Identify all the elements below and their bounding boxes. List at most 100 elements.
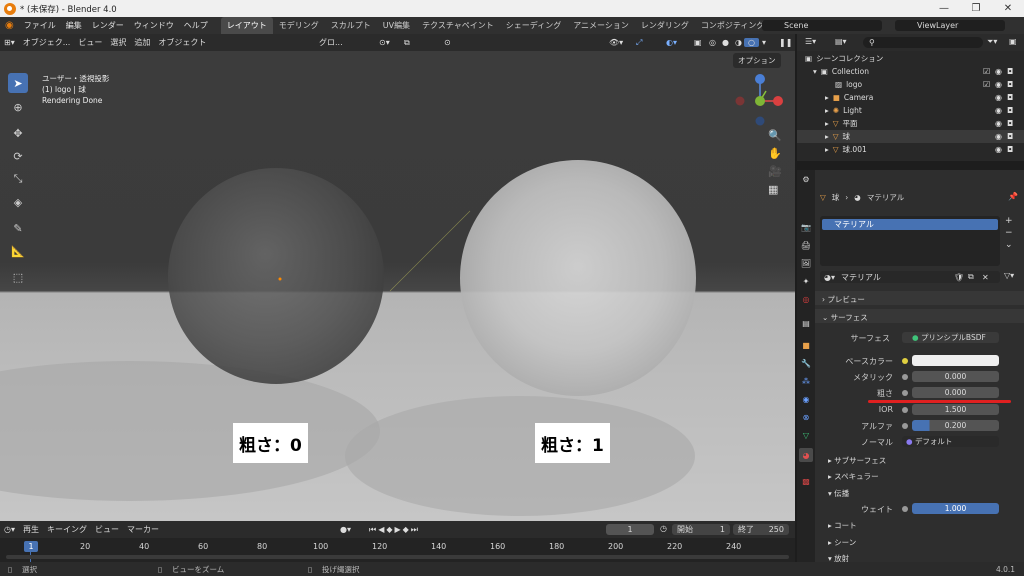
material-tab-icon[interactable]: ◕ [799,448,813,462]
end-frame-field[interactable]: 終了 250 [733,524,789,535]
viewlayer-selector[interactable]: ViewLayer [895,20,1005,31]
visibility-icon[interactable]: 👁▾ [605,38,627,47]
outliner-row-logo[interactable]: ▨ logo ☑ ◉ ◘ [797,78,1024,91]
scale-tool-icon[interactable]: ⤡ [8,169,28,189]
pivot-icon[interactable]: ⊙▾ [375,38,394,47]
outliner-row-sphere-001[interactable]: ▸ ▽ 球.001 ◉ ◘ [797,143,1024,156]
tab-shading[interactable]: シェーディング [500,17,567,34]
alpha-field[interactable]: 0.200 [912,420,999,431]
playback-menu[interactable]: 再生 [19,524,43,535]
menu-window[interactable]: ウィンドウ [129,20,179,31]
particles-tab-icon[interactable]: ⁂ [799,374,813,388]
ior-field[interactable]: 1.500 [912,404,999,415]
menu-select[interactable]: 選択 [106,37,130,48]
close-button[interactable]: ✕ [992,0,1024,17]
output-tab-icon[interactable]: 🖨 [799,238,813,252]
preview-section[interactable]: › プレビュー [822,294,865,305]
rendered-shading-icon[interactable]: ○ [744,38,759,47]
gizmo-icon[interactable]: ⤢ [632,38,646,48]
outliner-row-collection[interactable]: ▾ ▣ Collection ☑ ◉ ◘ [797,65,1024,78]
material-selector[interactable]: ◕▾ マテリアル 🛡 ⧉ ✕ [820,271,1000,283]
new-collection-icon[interactable]: ▣ [1005,37,1021,46]
rotate-tool-icon[interactable]: ⟳ [8,146,28,166]
outliner-row-plane[interactable]: ▸ ▽ 平面 ◉ ◘ [797,117,1024,130]
alpha-socket-icon[interactable] [902,423,908,429]
tab-texture-paint[interactable]: テクスチャペイント [416,17,500,34]
add-slot-icon[interactable]: + [1005,216,1013,226]
expand-icon[interactable]: ▸ [825,119,829,128]
eye-icon[interactable]: ◉ [995,106,1002,115]
eye-icon[interactable]: ◉ [995,145,1002,154]
outliner-editor-icon[interactable]: ☰▾ [801,37,820,46]
fake-user-icon[interactable]: 🛡 [954,273,964,282]
camera-render-icon[interactable]: ◘ [1007,132,1013,141]
move-tool-icon[interactable]: ✥ [8,123,28,143]
sheen-section[interactable]: ▸ シーン [828,537,856,548]
measure-tool-icon[interactable]: 📐 [8,241,28,261]
base-color-swatch[interactable] [912,355,999,366]
filter-icon[interactable]: ⏷▾ [983,37,1001,47]
playhead[interactable]: 1 [24,541,38,552]
display-mode-icon[interactable]: ▤▾ [831,37,851,46]
tab-animation[interactable]: アニメーション [567,17,635,34]
collection-tab-icon[interactable]: ▤ [799,316,813,330]
specular-section[interactable]: ▸ スペキュラー [828,471,879,482]
overlay-icon[interactable]: ◐▾ [662,38,681,47]
eye-icon[interactable]: ◉ [995,67,1002,76]
3d-viewport[interactable]: ➤ ⊕ ✥ ⟳ ⤡ ◈ ✎ 📐 ⬚ ユーザー・透視投影 (1) logo | 球… [0,51,795,521]
camera-render-icon[interactable]: ◘ [1007,80,1013,89]
camera-render-icon[interactable]: ◘ [1007,106,1013,115]
view-layer-tab-icon[interactable]: 🖼 [799,256,813,270]
tab-compositing[interactable]: コンポジティング [695,17,771,34]
maximize-button[interactable]: ❐ [960,0,992,17]
pin-icon[interactable]: 📌 [1008,192,1018,201]
shading-options-icon[interactable]: ▾ [758,38,770,47]
xray-icon[interactable]: ▣ [690,38,706,47]
grid-ortho-icon[interactable]: ▦ [768,183,782,196]
menu-object[interactable]: オブジェクト [154,37,210,48]
pan-hand-icon[interactable]: ✋ [768,147,782,160]
eye-icon[interactable]: ◉ [995,119,1002,128]
timeline-scrollbar[interactable] [6,555,789,559]
expand-icon[interactable]: ▸ [825,145,829,154]
expand-icon[interactable]: ▾ [813,67,817,76]
surface-section[interactable]: ⌄ サーフェス [822,312,868,323]
weight-socket-icon[interactable] [902,506,908,512]
tab-sculpt[interactable]: スカルプト [325,17,377,34]
world-tab-icon[interactable]: ◎ [799,292,813,306]
tab-modeling[interactable]: モデリング [273,17,325,34]
checkbox-icon[interactable]: ☑ [983,67,990,76]
emission-section[interactable]: ▾ 放射 [828,553,849,564]
metallic-field[interactable]: 0.000 [912,371,999,382]
camera-render-icon[interactable]: ◘ [1007,67,1013,76]
expand-icon[interactable]: ▸ [825,132,829,141]
transmission-section[interactable]: ▾ 伝播 [828,488,849,499]
playback-controls[interactable]: ⏮◀◆▶◆⏭ [365,525,424,535]
camera-render-icon[interactable]: ◘ [1007,145,1013,154]
keyframe-record-icon[interactable]: ●▾ [336,525,355,534]
outliner-row-camera[interactable]: ▸ ■ Camera ◉ ◘ [797,91,1024,104]
proportional-icon[interactable]: ⊙ [440,38,455,47]
expand-icon[interactable]: ▸ [825,93,829,102]
add-cube-tool-icon[interactable]: ⬚ [8,267,28,287]
expand-icon[interactable]: ▸ [825,106,829,115]
menu-view[interactable]: ビュー [74,37,106,48]
camera-render-icon[interactable]: ◘ [1007,93,1013,102]
material-browse-icon[interactable]: ◕▾ [824,273,835,282]
editor-type-icon[interactable]: ⊞▾ [0,38,19,47]
camera-render-icon[interactable]: ◘ [1007,119,1013,128]
select-tool-icon[interactable]: ➤ [8,73,28,93]
blender-menu-icon[interactable]: ◉ [0,20,19,31]
start-frame-field[interactable]: 開始 1 [672,524,730,535]
object-tab-icon[interactable]: ■ [799,338,813,352]
surface-shader-field[interactable]: ● プリンシプルBSDF [902,332,999,343]
constraints-tab-icon[interactable]: ⊗ [799,410,813,424]
menu-add[interactable]: 追加 [130,37,154,48]
outliner-row-sphere[interactable]: ▸ ▽ 球 ◉ ◘ [797,130,1024,143]
scene-tab-icon[interactable]: ✦ [799,274,813,288]
outliner-row-scene-collection[interactable]: ▣ シーンコレクション [797,52,1024,65]
scene-selector[interactable]: Scene [762,20,882,31]
unlink-icon[interactable]: ✕ [982,273,989,282]
current-frame-field[interactable]: 1 [606,524,654,535]
menu-render[interactable]: レンダー [87,20,129,31]
